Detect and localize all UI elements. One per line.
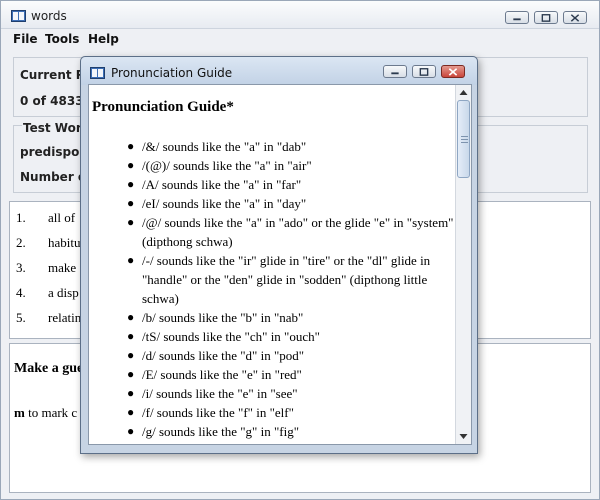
- guide-item: ● /@/ sounds like the "a" in "ado" or the…: [127, 213, 457, 251]
- bullet-icon: ●: [127, 158, 135, 172]
- bullet-icon: ●: [127, 329, 135, 343]
- close-icon: [570, 14, 580, 22]
- minimize-button[interactable]: [505, 11, 529, 24]
- guide-item: ● /b/ sounds like the "b" in "nab": [127, 308, 457, 327]
- guide-item-text: /&/ sounds like the "a" in "dab": [142, 139, 307, 154]
- guess-hint: m to mark c: [14, 405, 77, 421]
- guide-item: ● /f/ sounds like the "f" in "elf": [127, 403, 457, 422]
- definition-number: 4.: [16, 285, 26, 300]
- bullet-icon: ●: [127, 348, 135, 362]
- guide-item: ● /tS/ sounds like the "ch" in "ouch": [127, 327, 457, 346]
- grip-line: [461, 136, 468, 137]
- definition-number: 3.: [16, 260, 26, 275]
- main-titlebar[interactable]: words: [1, 1, 599, 29]
- close-icon: [448, 68, 458, 76]
- grip-line: [461, 142, 468, 143]
- guide-item-text: /@/ sounds like the "a" in "ado" or the …: [142, 215, 454, 249]
- definition-text: a disp: [48, 285, 79, 300]
- menu-tools[interactable]: Tools: [45, 32, 79, 46]
- guide-item-text: /A/ sounds like the "a" in "far": [142, 177, 302, 192]
- guide-item-text: /i/ sounds like the "e" in "see": [142, 386, 298, 401]
- guide-item: ● /eI/ sounds like the "a" in "day": [127, 194, 457, 213]
- bullet-icon: ●: [127, 253, 135, 267]
- close-button[interactable]: [563, 11, 587, 24]
- guide-item: ● /&/ sounds like the "a" in "dab": [127, 137, 457, 156]
- book-icon: [11, 10, 26, 22]
- guide-item: ● /-/ sounds like the "ir" glide in "tire…: [127, 251, 457, 308]
- guide-item-text: /eI/ sounds like the "a" in "day": [142, 196, 307, 211]
- bullet-icon: ●: [127, 424, 135, 438]
- scroll-up-arrow-icon[interactable]: [456, 85, 471, 100]
- minimize-icon: [391, 72, 399, 75]
- guide-item: ● /(@)/ sounds like the "a" in "air": [127, 156, 457, 175]
- definition-number: 2.: [16, 235, 26, 250]
- bullet-icon: ●: [127, 196, 135, 210]
- guide-list: ● /&/ sounds like the "a" in "dab" ● /(@)/…: [127, 137, 457, 441]
- guide-item-text: /f/ sounds like the "f" in "elf": [142, 405, 294, 420]
- dialog-minimize-button[interactable]: [383, 65, 407, 78]
- vertical-scrollbar[interactable]: [455, 85, 471, 444]
- definition-text: relatin: [48, 310, 82, 325]
- guide-item-text: /b/ sounds like the "b" in "nab": [142, 310, 304, 325]
- bullet-icon: ●: [127, 405, 135, 419]
- dialog-close-button[interactable]: [441, 65, 465, 78]
- dialog-maximize-button[interactable]: [412, 65, 436, 78]
- guide-item-text: /tS/ sounds like the "ch" in "ouch": [142, 329, 320, 344]
- guess-hint-text: to mark c: [28, 405, 78, 420]
- bullet-icon: ●: [127, 367, 135, 381]
- scroll-down-arrow-icon[interactable]: [456, 429, 471, 444]
- maximize-icon: [419, 68, 429, 76]
- guess-hint-key: m: [14, 405, 25, 420]
- definition-number: 1.: [16, 210, 26, 225]
- book-icon: [90, 67, 105, 79]
- bullet-icon: ●: [127, 310, 135, 324]
- guide-item: ● /d/ sounds like the "d" in "pod": [127, 346, 457, 365]
- definition-text: habitu: [48, 235, 81, 250]
- guide-item: ● /g/ sounds like the "g" in "fig": [127, 422, 457, 441]
- guide-item: ● /i/ sounds like the "e" in "see": [127, 384, 457, 403]
- pronunciation-guide-dialog: Pronunciation Guide Pronunciation Guide*…: [80, 56, 478, 454]
- definition-text: make: [48, 260, 77, 275]
- menubar: File Tools Help: [1, 29, 599, 49]
- guide-item-text: /d/ sounds like the "d" in "pod": [142, 348, 305, 363]
- scroll-thumb[interactable]: [457, 100, 470, 178]
- guide-heading: Pronunciation Guide*: [92, 99, 234, 115]
- minimize-icon: [513, 18, 521, 21]
- guide-content[interactable]: Pronunciation Guide* ● /&/ sounds like th…: [88, 84, 472, 445]
- menu-help[interactable]: Help: [88, 32, 119, 46]
- guide-item-text: /(@)/ sounds like the "a" in "air": [142, 158, 312, 173]
- guide-item-text: /-/ sounds like the "ir" glide in "tire"…: [142, 253, 431, 306]
- main-window-title: words: [31, 9, 67, 23]
- maximize-icon: [541, 14, 551, 22]
- guide-item-text: /E/ sounds like the "e" in "red": [142, 367, 302, 382]
- dialog-titlebar[interactable]: Pronunciation Guide: [81, 57, 477, 85]
- menu-file[interactable]: File: [13, 32, 38, 46]
- dialog-title: Pronunciation Guide: [111, 66, 233, 80]
- guess-title: Make a gue: [14, 361, 84, 376]
- bullet-icon: ●: [127, 386, 135, 400]
- definition-number: 5.: [16, 310, 26, 325]
- guide-item: ● /A/ sounds like the "a" in "far": [127, 175, 457, 194]
- guide-item: ● /E/ sounds like the "e" in "red": [127, 365, 457, 384]
- bullet-icon: ●: [127, 139, 135, 153]
- guide-item-text: /g/ sounds like the "g" in "fig": [142, 424, 299, 439]
- maximize-button[interactable]: [534, 11, 558, 24]
- definition-text: all of: [48, 210, 76, 225]
- bullet-icon: ●: [127, 177, 135, 191]
- bullet-icon: ●: [127, 215, 135, 229]
- grip-line: [461, 139, 468, 140]
